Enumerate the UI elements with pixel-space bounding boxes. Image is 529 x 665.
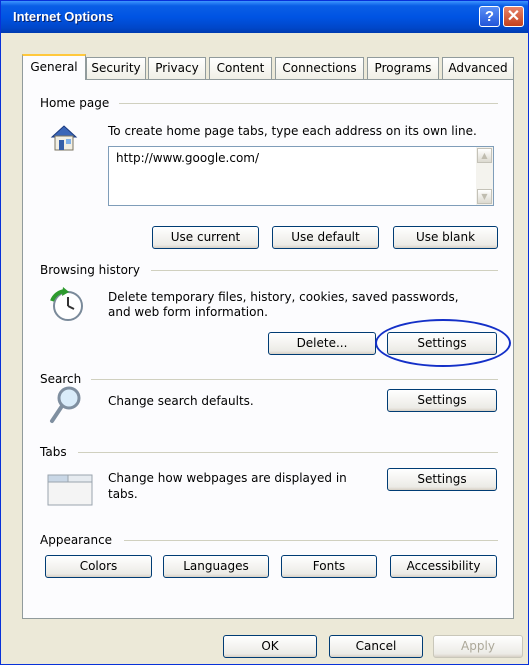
tab-content[interactable]: Content — [209, 57, 272, 79]
internet-options-dialog: Internet Options ? ✕ General Security Pr… — [0, 0, 529, 665]
search-settings-button[interactable]: Settings — [387, 389, 497, 412]
scroll-up-arrow-icon[interactable]: ▲ — [477, 148, 492, 163]
title-bar[interactable]: Internet Options ? ✕ — [1, 1, 528, 33]
home-page-icon — [49, 123, 79, 156]
home-page-group-label: Home page — [40, 96, 110, 110]
use-blank-button[interactable]: Use blank — [393, 226, 498, 249]
home-page-description: To create home page tabs, type each addr… — [108, 124, 477, 138]
browsing-history-divider — [151, 270, 498, 271]
tab-security[interactable]: Security — [86, 57, 146, 79]
url-field-scrollbar[interactable]: ▲ ▼ — [476, 147, 493, 205]
scroll-down-arrow-icon[interactable]: ▼ — [477, 189, 492, 204]
tabs-divider — [78, 452, 498, 453]
magnifier-icon — [49, 385, 83, 428]
search-group-label: Search — [40, 372, 82, 386]
tab-general[interactable]: General — [22, 54, 86, 80]
accessibility-button[interactable]: Accessibility — [390, 555, 497, 578]
appearance-divider — [124, 540, 498, 541]
tab-programs[interactable]: Programs — [367, 57, 439, 79]
search-divider — [91, 379, 498, 380]
tabs-settings-button[interactable]: Settings — [387, 468, 497, 491]
help-button[interactable]: ? — [479, 6, 500, 27]
browsing-history-group-label: Browsing history — [40, 263, 140, 277]
home-page-divider — [119, 103, 498, 104]
window-title: Internet Options — [13, 9, 114, 24]
tabs-group-label: Tabs — [40, 445, 67, 459]
use-current-button[interactable]: Use current — [152, 226, 259, 249]
close-button[interactable]: ✕ — [503, 6, 524, 27]
ok-button[interactable]: OK — [223, 635, 317, 658]
colors-button[interactable]: Colors — [45, 555, 152, 578]
home-page-url-value: http://www.google.com/ — [116, 151, 260, 165]
cancel-button[interactable]: Cancel — [329, 635, 423, 658]
apply-button[interactable]: Apply — [433, 635, 523, 658]
history-clock-icon — [49, 287, 85, 326]
tabs-description-line1: Change how webpages are displayed in — [108, 471, 347, 485]
tab-connections[interactable]: Connections — [275, 57, 364, 79]
highlight-oval — [375, 319, 511, 367]
appearance-group-label: Appearance — [40, 533, 113, 547]
browsing-history-description-line1: Delete temporary files, history, cookies… — [108, 290, 459, 304]
home-page-url-field[interactable]: http://www.google.com/ ▲ ▼ — [108, 146, 494, 206]
tab-advanced[interactable]: Advanced — [442, 57, 514, 79]
use-default-button[interactable]: Use default — [272, 226, 379, 249]
tabs-description-line2: tabs. — [108, 487, 138, 501]
tabs-icon — [47, 471, 95, 510]
browsing-history-description-line2: and web form information. — [108, 305, 268, 319]
search-description: Change search defaults. — [108, 394, 254, 408]
fonts-button[interactable]: Fonts — [281, 555, 377, 578]
tab-privacy[interactable]: Privacy — [148, 57, 206, 79]
delete-history-button[interactable]: Delete... — [268, 332, 376, 355]
languages-button[interactable]: Languages — [163, 555, 269, 578]
